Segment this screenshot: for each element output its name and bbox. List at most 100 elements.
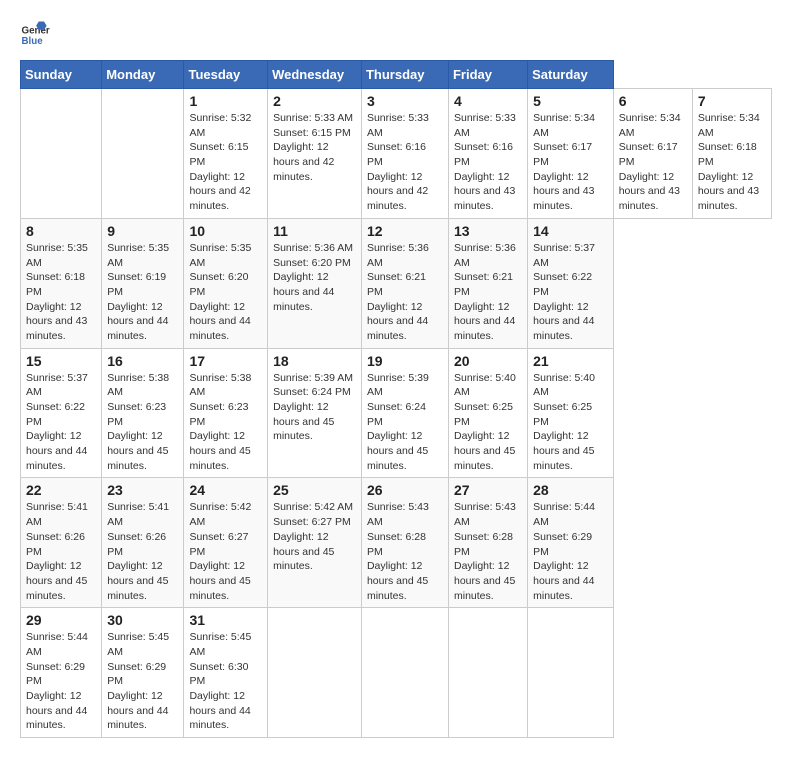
- calendar-cell: 8 Sunrise: 5:35 AMSunset: 6:18 PMDaylight…: [21, 218, 102, 348]
- cell-content: 11 Sunrise: 5:36 AMSunset: 6:20 PMDayligh…: [273, 223, 356, 314]
- day-info: Sunrise: 5:35 AMSunset: 6:18 PMDaylight:…: [26, 241, 96, 344]
- calendar-cell: 31Sunrise: 5:45 AMSunset: 6:30 PMDayligh…: [184, 608, 268, 738]
- header-monday: Monday: [102, 61, 184, 89]
- calendar-cell: [448, 608, 527, 738]
- day-number: 4: [454, 93, 522, 109]
- header-thursday: Thursday: [361, 61, 448, 89]
- calendar-table: SundayMondayTuesdayWednesdayThursdayFrid…: [20, 60, 772, 738]
- calendar-cell: [102, 89, 184, 219]
- day-info: Sunrise: 5:36 AMSunset: 6:21 PMDaylight:…: [367, 241, 443, 344]
- header: General Blue: [20, 20, 772, 50]
- day-info: Sunrise: 5:42 AMSunset: 6:27 PMDaylight:…: [273, 500, 356, 573]
- header-friday: Friday: [448, 61, 527, 89]
- week-row-5: 29 Sunrise: 5:44 AMSunset: 6:29 PMDayligh…: [21, 608, 772, 738]
- calendar-cell: 26Sunrise: 5:43 AMSunset: 6:28 PMDayligh…: [361, 478, 448, 608]
- cell-content: 24Sunrise: 5:42 AMSunset: 6:27 PMDayligh…: [189, 482, 262, 603]
- day-info: Sunrise: 5:42 AMSunset: 6:27 PMDaylight:…: [189, 500, 262, 603]
- calendar-cell: [21, 89, 102, 219]
- calendar-cell: 28 Sunrise: 5:44 AMSunset: 6:29 PMDayligh…: [528, 478, 614, 608]
- cell-content: 16Sunrise: 5:38 AMSunset: 6:23 PMDayligh…: [107, 353, 178, 474]
- calendar-body: 1Sunrise: 5:32 AMSunset: 6:15 PMDaylight…: [21, 89, 772, 738]
- day-info: Sunrise: 5:39 AMSunset: 6:24 PMDaylight:…: [367, 371, 443, 474]
- day-info: Sunrise: 5:34 AMSunset: 6:17 PMDaylight:…: [619, 111, 687, 214]
- day-info: Sunrise: 5:38 AMSunset: 6:23 PMDaylight:…: [107, 371, 178, 474]
- logo: General Blue: [20, 20, 54, 50]
- logo-icon: General Blue: [20, 20, 50, 50]
- calendar-cell: 14 Sunrise: 5:37 AMSunset: 6:22 PMDayligh…: [528, 218, 614, 348]
- day-info: Sunrise: 5:34 AMSunset: 6:17 PMDaylight:…: [533, 111, 608, 214]
- cell-content: 4Sunrise: 5:33 AMSunset: 6:16 PMDaylight…: [454, 93, 522, 214]
- calendar-cell: 21Sunrise: 5:40 AMSunset: 6:25 PMDayligh…: [528, 348, 614, 478]
- header-wednesday: Wednesday: [268, 61, 362, 89]
- calendar-cell: 3 Sunrise: 5:33 AMSunset: 6:16 PMDaylight…: [361, 89, 448, 219]
- day-number: 3: [367, 93, 443, 109]
- calendar-cell: 9 Sunrise: 5:35 AMSunset: 6:19 PMDaylight…: [102, 218, 184, 348]
- day-number: 14: [533, 223, 608, 239]
- day-number: 11: [273, 223, 356, 239]
- calendar-cell: 20 Sunrise: 5:40 AMSunset: 6:25 PMDayligh…: [448, 348, 527, 478]
- calendar-cell: 30Sunrise: 5:45 AMSunset: 6:29 PMDayligh…: [102, 608, 184, 738]
- cell-content: 3 Sunrise: 5:33 AMSunset: 6:16 PMDaylight…: [367, 93, 443, 214]
- calendar-cell: 23 Sunrise: 5:41 AMSunset: 6:26 PMDayligh…: [102, 478, 184, 608]
- calendar-cell: 25Sunrise: 5:42 AMSunset: 6:27 PMDayligh…: [268, 478, 362, 608]
- day-number: 23: [107, 482, 178, 498]
- calendar-cell: 1Sunrise: 5:32 AMSunset: 6:15 PMDaylight…: [184, 89, 268, 219]
- cell-content: 20 Sunrise: 5:40 AMSunset: 6:25 PMDayligh…: [454, 353, 522, 474]
- cell-content: 12 Sunrise: 5:36 AMSunset: 6:21 PMDayligh…: [367, 223, 443, 344]
- day-number: 8: [26, 223, 96, 239]
- cell-content: 6Sunrise: 5:34 AMSunset: 6:17 PMDaylight…: [619, 93, 687, 214]
- day-info: Sunrise: 5:36 AMSunset: 6:21 PMDaylight:…: [454, 241, 522, 344]
- header-tuesday: Tuesday: [184, 61, 268, 89]
- calendar-cell: 4Sunrise: 5:33 AMSunset: 6:16 PMDaylight…: [448, 89, 527, 219]
- calendar-cell: 12 Sunrise: 5:36 AMSunset: 6:21 PMDayligh…: [361, 218, 448, 348]
- calendar-cell: 11 Sunrise: 5:36 AMSunset: 6:20 PMDayligh…: [268, 218, 362, 348]
- calendar-header: SundayMondayTuesdayWednesdayThursdayFrid…: [21, 61, 772, 89]
- cell-content: 17Sunrise: 5:38 AMSunset: 6:23 PMDayligh…: [189, 353, 262, 474]
- week-row-2: 8 Sunrise: 5:35 AMSunset: 6:18 PMDaylight…: [21, 218, 772, 348]
- calendar-cell: 27 Sunrise: 5:43 AMSunset: 6:28 PMDayligh…: [448, 478, 527, 608]
- calendar-cell: 17Sunrise: 5:38 AMSunset: 6:23 PMDayligh…: [184, 348, 268, 478]
- header-row: SundayMondayTuesdayWednesdayThursdayFrid…: [21, 61, 772, 89]
- calendar-cell: 22Sunrise: 5:41 AMSunset: 6:26 PMDayligh…: [21, 478, 102, 608]
- day-info: Sunrise: 5:35 AMSunset: 6:19 PMDaylight:…: [107, 241, 178, 344]
- svg-text:Blue: Blue: [22, 36, 44, 47]
- cell-content: 29 Sunrise: 5:44 AMSunset: 6:29 PMDayligh…: [26, 612, 96, 733]
- svg-text:General: General: [22, 26, 51, 37]
- day-info: Sunrise: 5:44 AMSunset: 6:29 PMDaylight:…: [533, 500, 608, 603]
- day-info: Sunrise: 5:37 AMSunset: 6:22 PMDaylight:…: [533, 241, 608, 344]
- cell-content: 23 Sunrise: 5:41 AMSunset: 6:26 PMDayligh…: [107, 482, 178, 603]
- day-info: Sunrise: 5:44 AMSunset: 6:29 PMDaylight:…: [26, 630, 96, 733]
- day-number: 9: [107, 223, 178, 239]
- day-info: Sunrise: 5:43 AMSunset: 6:28 PMDaylight:…: [454, 500, 522, 603]
- day-number: 28: [533, 482, 608, 498]
- day-number: 20: [454, 353, 522, 369]
- calendar-cell: [268, 608, 362, 738]
- day-info: Sunrise: 5:40 AMSunset: 6:25 PMDaylight:…: [454, 371, 522, 474]
- cell-content: 15Sunrise: 5:37 AMSunset: 6:22 PMDayligh…: [26, 353, 96, 474]
- cell-content: 18Sunrise: 5:39 AMSunset: 6:24 PMDayligh…: [273, 353, 356, 444]
- cell-content: 26Sunrise: 5:43 AMSunset: 6:28 PMDayligh…: [367, 482, 443, 603]
- day-info: Sunrise: 5:37 AMSunset: 6:22 PMDaylight:…: [26, 371, 96, 474]
- cell-content: 19 Sunrise: 5:39 AMSunset: 6:24 PMDayligh…: [367, 353, 443, 474]
- calendar-cell: [361, 608, 448, 738]
- day-number: 27: [454, 482, 522, 498]
- calendar-cell: 5 Sunrise: 5:34 AMSunset: 6:17 PMDaylight…: [528, 89, 614, 219]
- day-number: 5: [533, 93, 608, 109]
- day-info: Sunrise: 5:33 AMSunset: 6:16 PMDaylight:…: [367, 111, 443, 214]
- cell-content: 10Sunrise: 5:35 AMSunset: 6:20 PMDayligh…: [189, 223, 262, 344]
- header-sunday: Sunday: [21, 61, 102, 89]
- cell-content: 7Sunrise: 5:34 AMSunset: 6:18 PMDaylight…: [698, 93, 766, 214]
- calendar-cell: 6Sunrise: 5:34 AMSunset: 6:17 PMDaylight…: [613, 89, 692, 219]
- day-number: 29: [26, 612, 96, 628]
- day-info: Sunrise: 5:35 AMSunset: 6:20 PMDaylight:…: [189, 241, 262, 344]
- cell-content: 13Sunrise: 5:36 AMSunset: 6:21 PMDayligh…: [454, 223, 522, 344]
- day-info: Sunrise: 5:41 AMSunset: 6:26 PMDaylight:…: [107, 500, 178, 603]
- day-number: 12: [367, 223, 443, 239]
- week-row-3: 15Sunrise: 5:37 AMSunset: 6:22 PMDayligh…: [21, 348, 772, 478]
- day-number: 17: [189, 353, 262, 369]
- day-number: 19: [367, 353, 443, 369]
- calendar-cell: 19 Sunrise: 5:39 AMSunset: 6:24 PMDayligh…: [361, 348, 448, 478]
- day-info: Sunrise: 5:45 AMSunset: 6:29 PMDaylight:…: [107, 630, 178, 733]
- calendar-cell: 16Sunrise: 5:38 AMSunset: 6:23 PMDayligh…: [102, 348, 184, 478]
- day-info: Sunrise: 5:36 AMSunset: 6:20 PMDaylight:…: [273, 241, 356, 314]
